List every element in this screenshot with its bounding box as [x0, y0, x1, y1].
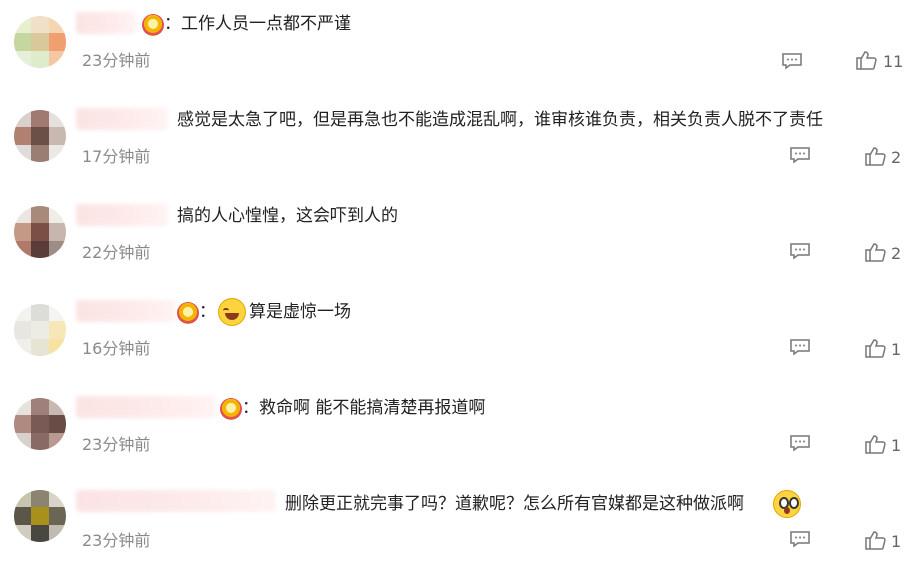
- comment-time: 16分钟前: [82, 339, 151, 358]
- like-count: 2: [891, 148, 902, 167]
- comment-icon[interactable]: [789, 530, 811, 548]
- comment-text: 感觉是太急了吧，但是再急也不能造成混乱啊，谁审核谁负责，相关负责人脱不了责任: [177, 110, 823, 130]
- thumbs-up-icon[interactable]: [864, 242, 886, 262]
- comment-icon[interactable]: [789, 242, 811, 260]
- thumbs-up-icon[interactable]: [864, 146, 886, 166]
- avatar[interactable]: [14, 110, 66, 162]
- crown-badge-icon: [177, 302, 199, 324]
- comment-text: ：救命啊 能不能搞清楚再报道啊: [242, 398, 486, 418]
- avatar[interactable]: [14, 304, 66, 356]
- avatar[interactable]: [14, 398, 66, 450]
- like-count: 1: [891, 340, 902, 359]
- shocked-emoji-icon: [773, 490, 801, 518]
- username-blurred[interactable]: [76, 300, 176, 322]
- thumbs-up-icon[interactable]: [864, 338, 886, 358]
- laughing-crying-emoji-icon: [218, 298, 246, 326]
- comment-icon[interactable]: [789, 338, 811, 356]
- thumbs-up-icon[interactable]: [855, 50, 877, 70]
- username-blurred[interactable]: [76, 490, 276, 512]
- crown-badge-icon: [220, 398, 242, 420]
- username-blurred[interactable]: [76, 12, 136, 34]
- comment-text: ：工作人员一点都不严谨: [164, 14, 351, 34]
- like-count: 2: [891, 244, 902, 263]
- username-blurred[interactable]: [76, 204, 168, 226]
- comment-text: 删除更正就完事了吗？道歉呢？怎么所有官媒都是这种做派啊: [285, 494, 744, 514]
- comment-item: ：工作人员一点都不严谨 23分钟前 11: [0, 4, 921, 100]
- comment-item: 感觉是太急了吧，但是再急也不能造成混乱啊，谁审核谁负责，相关负责人脱不了责任 1…: [0, 100, 921, 196]
- comment-text: 算是虚惊一场: [249, 302, 351, 322]
- thumbs-up-icon[interactable]: [864, 530, 886, 550]
- like-count: 1: [891, 436, 902, 455]
- like-count: 11: [883, 52, 904, 71]
- comment-text-prefix: ：: [199, 302, 216, 322]
- comment-icon[interactable]: [789, 434, 811, 452]
- username-blurred[interactable]: [76, 396, 216, 418]
- comment-item: 搞的人心惶惶，这会吓到人的 22分钟前 2: [0, 196, 921, 292]
- comment-text: 搞的人心惶惶，这会吓到人的: [177, 206, 398, 226]
- comment-icon[interactable]: [789, 146, 811, 164]
- crown-badge-icon: [142, 14, 164, 36]
- comment-time: 23分钟前: [82, 435, 151, 454]
- avatar[interactable]: [14, 206, 66, 258]
- comment-time: 23分钟前: [82, 531, 151, 550]
- comment-item: 删除更正就完事了吗？道歉呢？怎么所有官媒都是这种做派啊 23分钟前 1: [0, 484, 921, 580]
- comment-time: 23分钟前: [82, 51, 151, 70]
- thumbs-up-icon[interactable]: [864, 434, 886, 454]
- comment-time: 17分钟前: [82, 147, 151, 166]
- avatar[interactable]: [14, 490, 66, 542]
- comment-time: 22分钟前: [82, 243, 151, 262]
- comment-item: ： 算是虚惊一场 16分钟前 1: [0, 292, 921, 388]
- username-blurred[interactable]: [76, 108, 168, 130]
- comment-item: ：救命啊 能不能搞清楚再报道啊 23分钟前 1: [0, 388, 921, 484]
- comment-icon[interactable]: [781, 52, 803, 70]
- like-count: 1: [891, 532, 902, 551]
- avatar[interactable]: [14, 16, 66, 68]
